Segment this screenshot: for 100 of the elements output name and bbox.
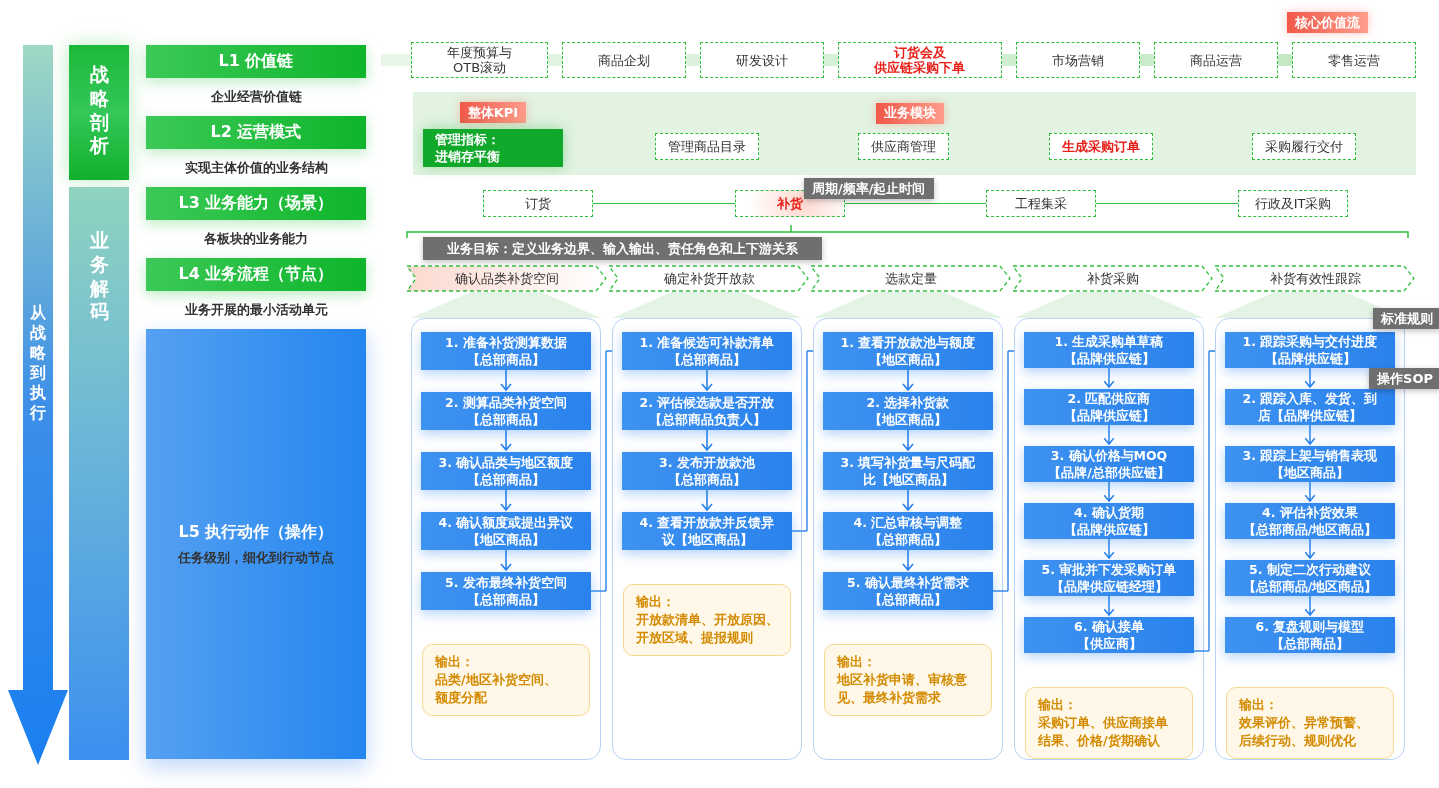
step-text: 【总部商品负责人】 [647, 411, 767, 428]
step-text: 【总部商品】 [667, 471, 747, 488]
step-label: OTB滚动 [453, 60, 507, 75]
down-arrow-icon [1303, 596, 1317, 617]
step-text: 5. 审批并下发采购订单 [1041, 561, 1177, 578]
step-text: 4. 确认货期 [1073, 504, 1145, 521]
step-text: 【供应商】 [1075, 634, 1143, 652]
kpi-tag: 整体KPI [459, 102, 527, 123]
step-text: 【品牌供应链】 [1063, 407, 1155, 425]
output-text: 开放款清单、开放原因、 [636, 611, 778, 629]
output-text: 见、最终补货需求 [837, 689, 942, 707]
down-arrow-icon [499, 370, 513, 392]
output-text: 结果、价格/货期确认 [1038, 732, 1161, 750]
step-text: 【总部商品】 [667, 351, 747, 368]
output-text: 输出： [435, 653, 475, 671]
step-text: 2. 评估候选款是否开放 [639, 394, 775, 411]
capability-box: 行政及IT采购 [1238, 190, 1348, 217]
step-text: 比【地区商品】 [861, 471, 955, 488]
down-arrow-icon [1102, 482, 1116, 503]
step-text: 【总部商品】 [466, 471, 546, 488]
down-arrow-icon [499, 550, 513, 572]
down-arrow-icon [901, 550, 915, 572]
step-text: 3. 发布开放款池 [659, 454, 755, 471]
output-text: 后续行动、规则优化 [1239, 732, 1357, 750]
step-label: 年度预算与 [447, 45, 513, 60]
step-text: 4. 评估补货效果 [1261, 504, 1359, 521]
output-text: 品类/地区补货空间、 [435, 671, 558, 689]
level-title: L1 价值链 [146, 45, 366, 78]
process-step: 补货采购 [1012, 265, 1214, 292]
down-arrow-icon [901, 430, 915, 452]
output-text: 效果评价、异常预警、 [1239, 714, 1370, 732]
process-step: 确认品类补货空间 [406, 265, 608, 292]
step-text: 2. 跟踪入库、发货、到 [1242, 390, 1378, 408]
arrow-label: 从战略到执行 [30, 303, 46, 423]
module-tag: 业务模块 [876, 102, 944, 124]
step-text: 【品牌供应链】 [1063, 521, 1155, 538]
down-arrow-icon [901, 370, 915, 392]
business-module: 管理商品目录 [655, 133, 759, 160]
step-text: 6. 确认接单 [1074, 617, 1144, 635]
down-arrow-icon [499, 490, 513, 512]
level-caption: 各板块的业务能力 [203, 230, 309, 248]
phase-label: 战略剖析 [89, 63, 109, 158]
step-label: 商品企划 [598, 52, 651, 68]
down-arrow-icon [901, 490, 915, 512]
output-text: 额度分配 [435, 689, 488, 707]
step-text: 【总部商品】 [868, 591, 948, 608]
step-label: 研发设计 [736, 52, 789, 68]
step-text: 【品牌/总部供应链】 [1048, 464, 1170, 481]
kpi-text: 管理指标： [435, 131, 500, 148]
step-text: 【总部商品/地区商品】 [1242, 578, 1378, 595]
step-text: 4. 查看开放款并反馈异 [639, 514, 775, 531]
step-text: 5. 制定二次行动建议 [1248, 561, 1372, 578]
step-label: 商品运营 [1189, 52, 1242, 68]
step-text: 1. 准备补货测算数据 [445, 334, 567, 351]
output-text: 输出： [1038, 696, 1078, 714]
step-text: 2. 测算品类补货空间 [445, 394, 567, 411]
output-text: 输出： [636, 593, 676, 611]
step-text: 议【地区商品】 [660, 531, 754, 548]
down-arrow-icon [499, 430, 513, 452]
down-arrow-icon [1102, 596, 1116, 617]
level-caption: 任务级别，细化到行动节点 [178, 548, 334, 567]
down-arrow-icon [700, 370, 714, 392]
capability-box: 订货 [483, 190, 593, 217]
step-text: 5. 发布最终补货空间 [445, 574, 567, 591]
output-text: 输出： [837, 653, 877, 671]
step-text: 1. 跟踪采购与交付进度 [1242, 333, 1378, 351]
step-text: 3. 填写补货量与尺码配 [840, 454, 976, 471]
step-text: 1. 生成采购单草稿 [1054, 333, 1164, 351]
process-step: 选款定量 [810, 265, 1012, 292]
step-label: 供应链采购下单 [874, 60, 966, 75]
step-text: 4. 汇总审核与调整 [853, 514, 963, 531]
down-arrow-icon [1303, 368, 1317, 389]
down-arrow-icon [1102, 425, 1116, 446]
level-title: L2 运营模式 [146, 116, 366, 149]
step-text: 1. 查看开放款池与额度 [840, 334, 976, 351]
step-text: 【地区商品】 [1270, 464, 1350, 481]
level-caption: 实现主体价值的业务结构 [183, 159, 329, 177]
step-text: 【总部商品】 [466, 591, 546, 608]
step-text: 5. 确认最终补货需求 [847, 574, 969, 591]
step-text: 【品牌供应链经理】 [1049, 578, 1169, 595]
down-arrow-icon [1303, 425, 1317, 446]
step-label: 订货会及 [894, 45, 946, 60]
step-text: 【地区商品】 [868, 351, 948, 368]
rule-tag: 标准规则 [1373, 308, 1439, 329]
process-step: 补货有效性跟踪 [1214, 265, 1416, 292]
step-text: 【总部商品】 [868, 531, 948, 548]
down-arrow-icon [1102, 539, 1116, 560]
step-text: 3. 跟踪上架与销售表现 [1242, 447, 1378, 464]
step-text: 【总部商品】 [1270, 634, 1350, 652]
step-text: 【总部商品】 [466, 351, 546, 368]
level-caption: 业务开展的最小活动单元 [183, 301, 329, 319]
step-label: 市场营销 [1051, 52, 1104, 68]
step-text: 【总部商品/地区商品】 [1242, 521, 1378, 538]
step-text: 4. 确认额度或提出异议 [438, 514, 574, 531]
value-stream-tag: 核心价值流 [1287, 12, 1368, 33]
down-arrow-icon [1102, 368, 1116, 389]
step-text: 【品牌供应链】 [1062, 350, 1156, 368]
output-text: 地区补货申请、审核意 [837, 671, 968, 689]
level-title: L4 业务流程（节点） [146, 258, 366, 291]
business-module: 供应商管理 [858, 133, 950, 160]
